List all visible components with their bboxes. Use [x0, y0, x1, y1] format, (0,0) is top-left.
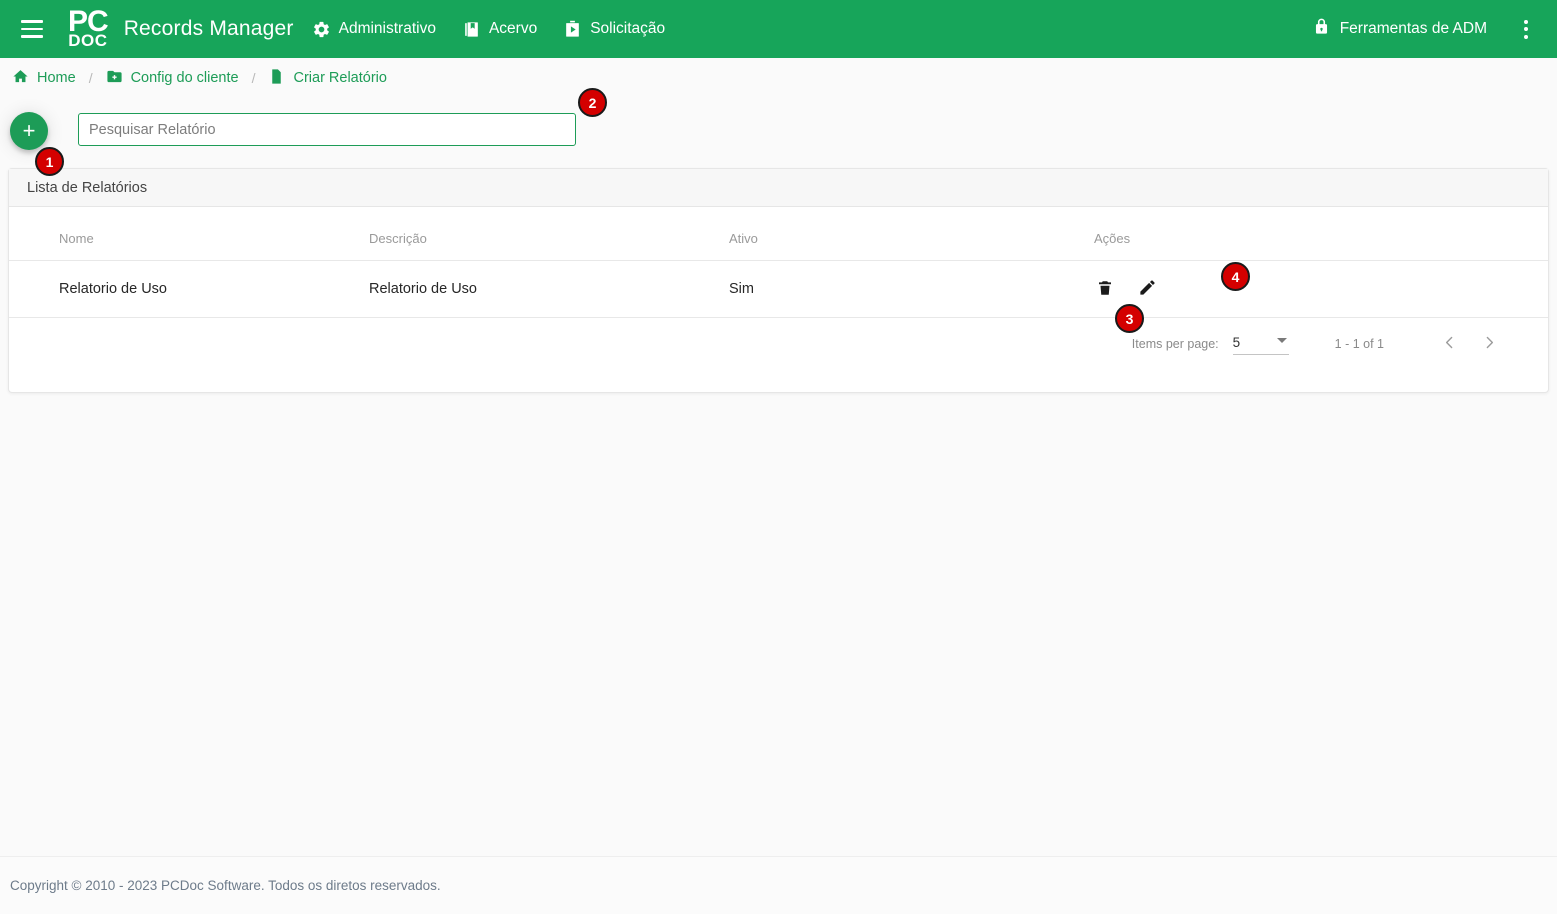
header-right-section: Ferramentas de ADM: [1312, 9, 1557, 49]
table-body: Relatorio de Uso Relatorio de Uso Sim: [9, 260, 1548, 318]
chevron-down-icon: [1276, 338, 1287, 343]
breadcrumb-separator: /: [251, 70, 256, 86]
delete-button[interactable]: [1094, 278, 1116, 300]
breadcrumb: Home / Config do cliente / Criar Relatór…: [0, 58, 1557, 98]
hamburger-bar: [21, 35, 43, 38]
cell-ativo: Sim: [729, 260, 1094, 318]
kebab-dot: [1524, 19, 1528, 24]
row-action-group: [1094, 278, 1548, 300]
column-header-descricao: Descrição: [369, 207, 729, 261]
table-header-row: Nome Descrição Ativo Ações: [9, 207, 1548, 261]
chevron-right-icon: [1481, 334, 1498, 354]
reports-list-card: Lista de Relatórios Nome Descrição Ativo…: [8, 168, 1549, 393]
hamburger-bar: [21, 20, 43, 23]
nav-label: Solicitação: [590, 20, 666, 37]
nav-item-administrativo[interactable]: Administrativo: [312, 20, 436, 39]
more-vertical-icon[interactable]: [1509, 9, 1543, 49]
add-report-button[interactable]: +: [10, 112, 48, 150]
breadcrumb-label: Criar Relatório: [293, 70, 387, 86]
hamburger-bar: [21, 27, 43, 31]
search-input[interactable]: [78, 113, 576, 146]
adm-tools-button[interactable]: Ferramentas de ADM: [1312, 17, 1487, 41]
library-book-icon: [462, 20, 481, 39]
chevron-left-icon: [1441, 334, 1458, 354]
trash-icon: [1096, 279, 1114, 300]
copyright-text: Copyright © 2010 - 2023 PCDoc Software. …: [10, 878, 441, 893]
hamburger-menu-icon[interactable]: [10, 7, 54, 51]
annotation-badge-3: 3: [1115, 304, 1144, 333]
table-header: Nome Descrição Ativo Ações: [9, 207, 1548, 261]
kebab-dot: [1524, 27, 1528, 31]
app-header: PC DOC Records Manager Administrativo Ac…: [0, 0, 1557, 58]
cell-acoes: [1094, 260, 1548, 318]
video-box-icon: [563, 20, 582, 39]
annotation-badge-1: 1: [35, 147, 64, 176]
next-page-button[interactable]: [1472, 327, 1506, 361]
page-footer: Copyright © 2010 - 2023 PCDoc Software. …: [0, 856, 1557, 914]
table-row[interactable]: Relatorio de Uso Relatorio de Uso Sim: [9, 260, 1548, 318]
annotation-badge-2: 2: [578, 88, 607, 117]
paginator: Items per page: 5 1 - 1 of 1: [9, 318, 1548, 370]
kebab-dot: [1524, 34, 1528, 39]
card-title: Lista de Relatórios: [9, 169, 1548, 207]
breadcrumb-item-config-do-cliente[interactable]: Config do cliente: [106, 68, 239, 89]
items-per-page-select[interactable]: 5: [1232, 333, 1289, 355]
items-per-page-value: 5: [1232, 335, 1241, 350]
breadcrumb-item-home[interactable]: Home: [12, 68, 76, 89]
lock-icon: [1312, 17, 1331, 41]
pcdoc-logo[interactable]: PC DOC: [68, 6, 109, 51]
adm-tools-label: Ferramentas de ADM: [1339, 20, 1487, 37]
column-header-acoes: Ações: [1094, 207, 1548, 261]
nav-item-solicitacao[interactable]: Solicitação: [563, 20, 665, 39]
breadcrumb-label: Home: [37, 70, 76, 86]
pencil-icon: [1138, 278, 1157, 300]
breadcrumb-separator: /: [88, 70, 93, 86]
items-per-page-label: Items per page:: [1131, 337, 1219, 351]
reports-table: Nome Descrição Ativo Ações Relatorio de …: [9, 207, 1548, 318]
header-nav: Administrativo Acervo Solicitação: [312, 20, 692, 39]
annotation-badge-4: 4: [1221, 262, 1250, 291]
breadcrumb-item-criar-relatorio[interactable]: Criar Relatório: [268, 68, 387, 89]
cell-descricao: Relatorio de Uso: [369, 260, 729, 318]
nav-label: Acervo: [488, 20, 538, 37]
previous-page-button[interactable]: [1432, 327, 1466, 361]
page-title: Records Manager: [123, 17, 294, 40]
breadcrumb-label: Config do cliente: [130, 70, 239, 86]
gear-icon: [312, 20, 331, 39]
document-icon: [268, 68, 285, 89]
column-header-ativo: Ativo: [729, 207, 1094, 261]
column-header-nome: Nome: [9, 207, 369, 261]
nav-item-acervo[interactable]: Acervo: [462, 20, 537, 39]
folder-plus-icon: [106, 68, 123, 89]
edit-button[interactable]: [1136, 278, 1158, 300]
logo-text-doc: DOC: [68, 31, 108, 51]
pagination-range-label: 1 - 1 of 1: [1334, 337, 1384, 351]
home-icon: [12, 68, 29, 89]
cell-nome: Relatorio de Uso: [9, 260, 369, 318]
nav-label: Administrativo: [338, 20, 436, 37]
